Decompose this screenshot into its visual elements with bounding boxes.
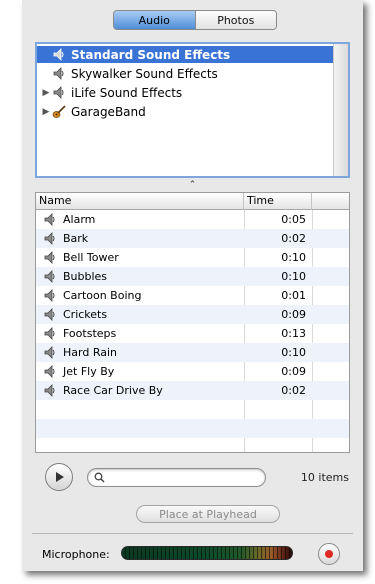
cell-name-text: Race Car Drive By bbox=[63, 384, 163, 397]
cell-name-text: Crickets bbox=[63, 308, 108, 321]
table-row[interactable]: Cartoon Boing 0:01 bbox=[36, 286, 349, 305]
search-icon bbox=[94, 472, 105, 483]
source-item-garageband[interactable]: ▶ GarageBand bbox=[37, 103, 335, 120]
cell-name: Jet Fly By bbox=[36, 365, 244, 379]
guitar-icon bbox=[51, 104, 67, 119]
cell-name: Race Car Drive By bbox=[36, 384, 244, 398]
source-item-standard-sound-effects[interactable]: Standard Sound Effects bbox=[37, 46, 335, 63]
cell-time: 0:02 bbox=[281, 384, 306, 397]
cell-time: 0:02 bbox=[281, 232, 306, 245]
cell-name: Cartoon Boing bbox=[36, 289, 244, 303]
cell-name-text: Alarm bbox=[63, 213, 96, 226]
source-item-label: GarageBand bbox=[71, 104, 146, 119]
place-at-playhead-button[interactable]: Place at Playhead bbox=[136, 505, 280, 523]
splitter-handle-icon: ⌃ bbox=[188, 180, 197, 190]
cell-name-text: Bell Tower bbox=[63, 251, 119, 264]
table-row[interactable]: Crickets 0:09 bbox=[36, 305, 349, 324]
cell-time: 0:10 bbox=[281, 346, 306, 359]
cell-name: Crickets bbox=[36, 308, 244, 322]
column-header-time[interactable]: Time bbox=[244, 193, 312, 210]
cell-time: 0:09 bbox=[281, 308, 306, 321]
cell-time: 0:13 bbox=[281, 327, 306, 340]
speaker-icon bbox=[42, 384, 58, 398]
tab-photos[interactable]: Photos bbox=[194, 11, 276, 29]
source-list: Standard Sound Effects Skywalker Sound E… bbox=[35, 42, 350, 178]
source-item-label: Skywalker Sound Effects bbox=[71, 66, 218, 81]
source-item-label: Standard Sound Effects bbox=[71, 47, 231, 62]
empty-row bbox=[36, 419, 349, 438]
cell-name-text: Jet Fly By bbox=[63, 365, 115, 378]
cell-time: 0:10 bbox=[281, 251, 306, 264]
speaker-icon bbox=[51, 86, 67, 100]
microphone-label: Microphone: bbox=[42, 548, 110, 561]
item-count: 10 items bbox=[300, 471, 349, 484]
empty-row bbox=[36, 400, 349, 419]
play-button[interactable] bbox=[45, 463, 73, 491]
cell-time: 0:09 bbox=[281, 365, 306, 378]
record-icon bbox=[325, 550, 333, 558]
cell-name-text: Hard Rain bbox=[63, 346, 117, 359]
play-icon bbox=[56, 472, 64, 482]
pane-splitter[interactable]: ⌃ bbox=[35, 178, 350, 192]
source-item-label: iLife Sound Effects bbox=[71, 85, 183, 100]
search-input[interactable] bbox=[108, 471, 265, 484]
column-header-name[interactable]: Name bbox=[36, 193, 244, 210]
table-row[interactable]: Bubbles 0:10 bbox=[36, 267, 349, 286]
table-row[interactable]: Bell Tower 0:10 bbox=[36, 248, 349, 267]
disclosure-triangle-icon[interactable]: ▶ bbox=[41, 88, 51, 98]
speaker-icon bbox=[42, 327, 58, 341]
disclosure-triangle-icon[interactable]: ▶ bbox=[41, 107, 51, 117]
cell-name-text: Footsteps bbox=[63, 327, 117, 340]
cell-name: Alarm bbox=[36, 213, 244, 227]
divider bbox=[32, 533, 353, 534]
speaker-icon bbox=[42, 232, 58, 246]
speaker-icon bbox=[42, 308, 58, 322]
table-row[interactable]: Bark 0:02 bbox=[36, 229, 349, 248]
empty-row bbox=[36, 438, 349, 452]
source-list-scrollbar[interactable] bbox=[333, 44, 348, 176]
cell-name: Bubbles bbox=[36, 270, 244, 284]
cell-time: 0:05 bbox=[281, 213, 306, 226]
table-row[interactable]: Alarm 0:05 bbox=[36, 210, 349, 229]
meter-ticks bbox=[122, 547, 292, 559]
cell-name: Bell Tower bbox=[36, 251, 244, 265]
cell-time: 0:01 bbox=[281, 289, 306, 302]
record-button[interactable] bbox=[318, 543, 340, 565]
microphone-level-meter bbox=[121, 546, 293, 560]
cell-name-text: Cartoon Boing bbox=[63, 289, 142, 302]
cell-name: Footsteps bbox=[36, 327, 244, 341]
tab-audio[interactable]: Audio bbox=[114, 11, 195, 29]
speaker-icon bbox=[51, 48, 67, 62]
table-row[interactable]: Hard Rain 0:10 bbox=[36, 343, 349, 362]
cell-time: 0:10 bbox=[281, 270, 306, 283]
media-browser-panel: Audio Photos Standard Sound Effects Skyw… bbox=[22, 0, 363, 571]
table-header: Name Time bbox=[36, 193, 349, 210]
source-item-skywalker-sound-effects[interactable]: Skywalker Sound Effects bbox=[37, 65, 335, 82]
cell-name: Hard Rain bbox=[36, 346, 244, 360]
speaker-icon bbox=[51, 67, 67, 81]
cell-name-text: Bubbles bbox=[63, 270, 108, 283]
table-row[interactable]: Footsteps 0:13 bbox=[36, 324, 349, 343]
speaker-icon bbox=[42, 270, 58, 284]
table-row[interactable]: Race Car Drive By 0:02 bbox=[36, 381, 349, 400]
sound-effects-table: Name Time Alarm 0:05 Bark 0:02 Bell Tower 0:1… bbox=[35, 192, 350, 453]
source-item-ilife-sound-effects[interactable]: ▶ iLife Sound Effects bbox=[37, 84, 335, 101]
cell-name-text: Bark bbox=[63, 232, 89, 245]
speaker-icon bbox=[42, 251, 58, 265]
search-field[interactable] bbox=[87, 468, 266, 487]
table-body: Alarm 0:05 Bark 0:02 Bell Tower 0:10 Bubbles 0:… bbox=[36, 210, 349, 452]
speaker-icon bbox=[42, 346, 58, 360]
cell-name: Bark bbox=[36, 232, 244, 246]
speaker-icon bbox=[42, 289, 58, 303]
speaker-icon bbox=[42, 213, 58, 227]
table-row[interactable]: Jet Fly By 0:09 bbox=[36, 362, 349, 381]
media-type-segmented-control: Audio Photos bbox=[113, 10, 277, 30]
speaker-icon bbox=[42, 365, 58, 379]
